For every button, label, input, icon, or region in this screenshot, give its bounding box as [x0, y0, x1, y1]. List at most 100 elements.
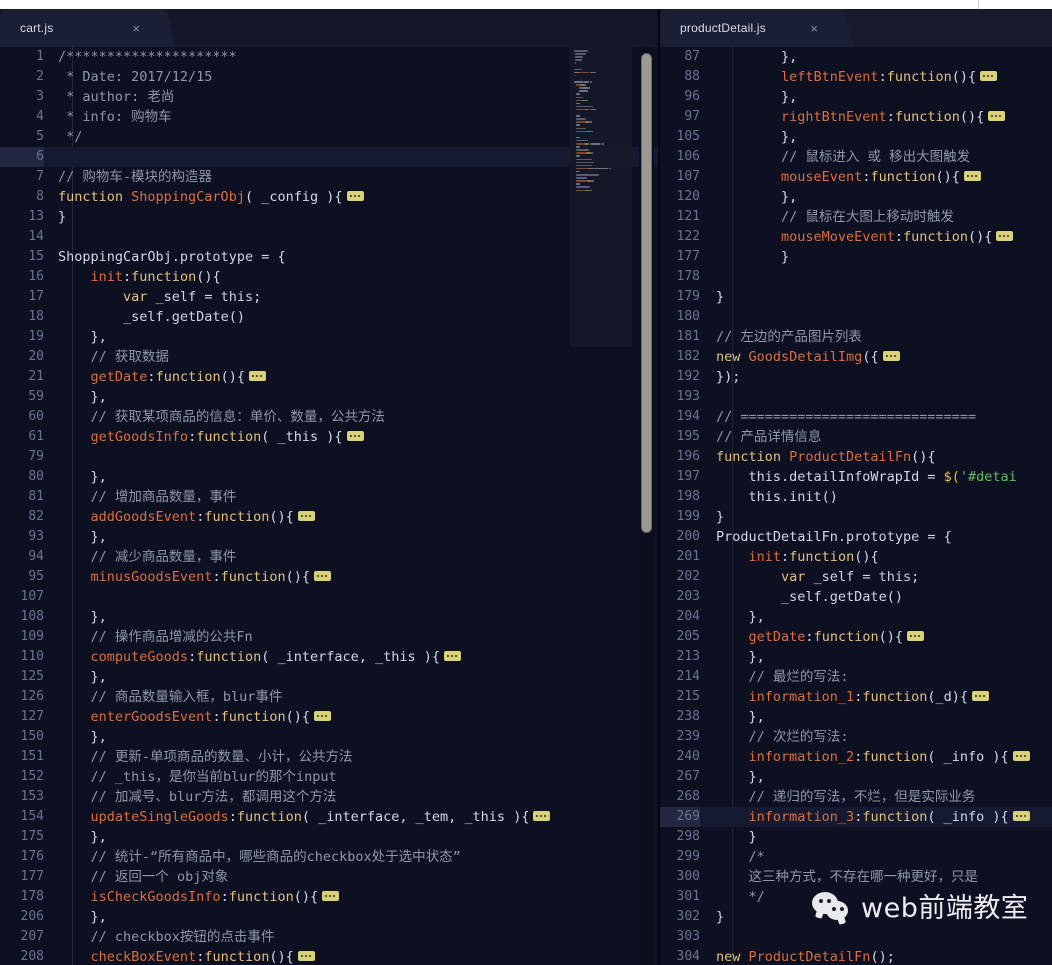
tab-cart-js[interactable]: cart.js × — [0, 9, 162, 47]
code-line[interactable]: 121 // 鼠标在大图上移动时触发 — [660, 207, 1052, 227]
code-line[interactable]: 300 这三种方式，不存在哪一种更好，只是 — [660, 867, 1052, 887]
code-line[interactable]: 213 }, — [660, 647, 1052, 667]
code-line[interactable]: 302} — [660, 907, 1052, 927]
code-line[interactable]: 214 // 最烂的写法: — [660, 667, 1052, 687]
code-line[interactable]: 215 information_1:function(_d){ — [660, 687, 1052, 707]
code-area-left[interactable]: 1 /********************* 2 * Date: 2017/12… — [0, 47, 658, 965]
folded-code-badge[interactable] — [1012, 811, 1030, 821]
folded-code-badge[interactable] — [533, 811, 551, 821]
code-line[interactable]: 175 }, — [0, 827, 658, 847]
code-line[interactable]: 206 }, — [0, 907, 658, 927]
code-line[interactable]: 20 // 获取数据 — [0, 347, 658, 367]
code-line[interactable]: 179} — [660, 287, 1052, 307]
code-line[interactable]: 195 // 产品详情信息 — [660, 427, 1052, 447]
code-line[interactable]: 93 }, — [0, 527, 658, 547]
folded-code-badge[interactable] — [906, 631, 924, 641]
code-line[interactable]: 178 isCheckGoodsInfo:function(){ — [0, 887, 658, 907]
folded-code-badge[interactable] — [297, 951, 315, 961]
code-line[interactable]: 151 // 更新-单项商品的数量、小计，公共方法 — [0, 747, 658, 767]
folded-code-badge[interactable] — [314, 571, 331, 581]
scrollbar-thumb[interactable] — [641, 53, 652, 533]
code-line[interactable]: 238 }, — [660, 707, 1052, 727]
code-line[interactable]: 303 — [660, 927, 1052, 947]
code-line[interactable]: 96 }, — [660, 87, 1052, 107]
code-line[interactable]: 193 — [660, 387, 1052, 407]
folded-code-badge[interactable] — [297, 511, 315, 521]
code-line[interactable]: 17 var _self = this; — [0, 287, 658, 307]
code-line[interactable]: 200 ProductDetailFn.prototype = { — [660, 527, 1052, 547]
code-line[interactable]: 204 }, — [660, 607, 1052, 627]
folded-code-badge[interactable] — [346, 191, 364, 201]
code-line[interactable]: 298 } — [660, 827, 1052, 847]
code-line[interactable]: 201 init:function(){ — [660, 547, 1052, 567]
folded-code-badge[interactable] — [346, 431, 364, 441]
code-line[interactable]: 153 // 加减号、blur方法，都调用这个方法 — [0, 787, 658, 807]
code-line[interactable]: 267 }, — [660, 767, 1052, 787]
folded-code-badge[interactable] — [314, 711, 331, 721]
code-line[interactable]: 301 */ — [660, 887, 1052, 907]
code-line[interactable]: 3 * author: 老尚 — [0, 87, 658, 107]
code-line[interactable]: 205 getDate:function(){ — [660, 627, 1052, 647]
code-line[interactable]: 2 * Date: 2017/12/15 — [0, 67, 658, 87]
folded-code-badge[interactable] — [882, 351, 900, 361]
code-line[interactable]: 82 addGoodsEvent:function(){ — [0, 507, 658, 527]
code-line[interactable]: 79 — [0, 447, 658, 467]
tab-productdetail-js[interactable]: productDetail.js × — [660, 9, 840, 47]
code-line[interactable]: 268 // 递归的写法，不烂，但是实际业务 — [660, 787, 1052, 807]
code-line[interactable]: 269 information_3:function( _info ){ — [660, 807, 1052, 827]
code-line[interactable]: 240 information_2:function( _info ){ — [660, 747, 1052, 767]
code-line[interactable]: 19 }, — [0, 327, 658, 347]
code-line[interactable]: 21 getDate:function(){ — [0, 367, 658, 387]
code-line[interactable]: 126 // 商品数量输入框，blur事件 — [0, 687, 658, 707]
minimap[interactable] — [570, 47, 632, 347]
code-line[interactable]: 203 _self.getDate() — [660, 587, 1052, 607]
code-line[interactable]: 6 — [0, 147, 658, 167]
code-line[interactable]: 81 // 增加商品数量，事件 — [0, 487, 658, 507]
code-line[interactable]: 176 // 统计-“所有商品中，哪些商品的checkbox处于选中状态” — [0, 847, 658, 867]
code-line[interactable]: 239 // 次烂的写法: — [660, 727, 1052, 747]
code-line[interactable]: 107 — [0, 587, 658, 607]
folded-code-badge[interactable] — [444, 651, 462, 661]
folded-code-badge[interactable] — [980, 71, 998, 81]
code-line[interactable]: 87 }, — [660, 47, 1052, 67]
code-line[interactable]: 154 updateSingleGoods:function( _interfa… — [0, 807, 658, 827]
close-icon[interactable]: × — [132, 22, 140, 35]
code-line[interactable]: 120 }, — [660, 187, 1052, 207]
code-line[interactable]: 61 getGoodsInfo:function( _this ){ — [0, 427, 658, 447]
code-line[interactable]: 192}); — [660, 367, 1052, 387]
code-line[interactable]: 182 new GoodsDetailImg({ — [660, 347, 1052, 367]
code-line[interactable]: 122 mouseMoveEvent:function(){ — [660, 227, 1052, 247]
folded-code-badge[interactable] — [322, 891, 340, 901]
code-line[interactable]: 207 // checkbox按钮的点击事件 — [0, 927, 658, 947]
code-line[interactable]: 7 // 购物车-模块的构造器 — [0, 167, 658, 187]
code-line[interactable]: 5 */ — [0, 127, 658, 147]
code-line[interactable]: 106 // 鼠标进入 或 移出大图触发 — [660, 147, 1052, 167]
code-line[interactable]: 202 var _self = this; — [660, 567, 1052, 587]
code-line[interactable]: 15 ShoppingCarObj.prototype = { — [0, 247, 658, 267]
code-line[interactable]: 197 this.detailInfoWrapId = $('#detai — [660, 467, 1052, 487]
code-line[interactable]: 177 // 返回一个 obj对象 — [0, 867, 658, 887]
code-line[interactable]: 181 // 左边的产品图片列表 — [660, 327, 1052, 347]
code-line[interactable]: 178 — [660, 267, 1052, 287]
close-icon[interactable]: × — [810, 22, 818, 35]
code-line[interactable]: 110 computeGoods:function( _interface, _… — [0, 647, 658, 667]
code-line[interactable]: 109 // 操作商品增减的公共Fn — [0, 627, 658, 647]
code-line[interactable]: 196 function ProductDetailFn(){ — [660, 447, 1052, 467]
code-area-right[interactable]: 87 }, 88 leftBtnEvent:function(){96 }, 97 … — [660, 47, 1052, 965]
code-line[interactable]: 8 function ShoppingCarObj( _config ){ — [0, 187, 658, 207]
code-line[interactable]: 18 _self.getDate() — [0, 307, 658, 327]
folded-code-badge[interactable] — [996, 231, 1014, 241]
code-line[interactable]: 125 }, — [0, 667, 658, 687]
folded-code-badge[interactable] — [963, 171, 981, 181]
folded-code-badge[interactable] — [988, 111, 1006, 121]
code-line[interactable]: 304 new ProductDetailFn(); — [660, 947, 1052, 965]
code-line[interactable]: 4 * info: 购物车 — [0, 107, 658, 127]
code-line[interactable]: 152 // _this，是你当前blur的那个input — [0, 767, 658, 787]
code-line[interactable]: 88 leftBtnEvent:function(){ — [660, 67, 1052, 87]
code-line[interactable]: 1 /********************* — [0, 47, 658, 67]
code-line[interactable]: 150 }, — [0, 727, 658, 747]
folded-code-badge[interactable] — [1012, 751, 1030, 761]
code-line[interactable]: 194 // ============================= — [660, 407, 1052, 427]
code-line[interactable]: 14 — [0, 227, 658, 247]
code-line[interactable]: 16 init:function(){ — [0, 267, 658, 287]
